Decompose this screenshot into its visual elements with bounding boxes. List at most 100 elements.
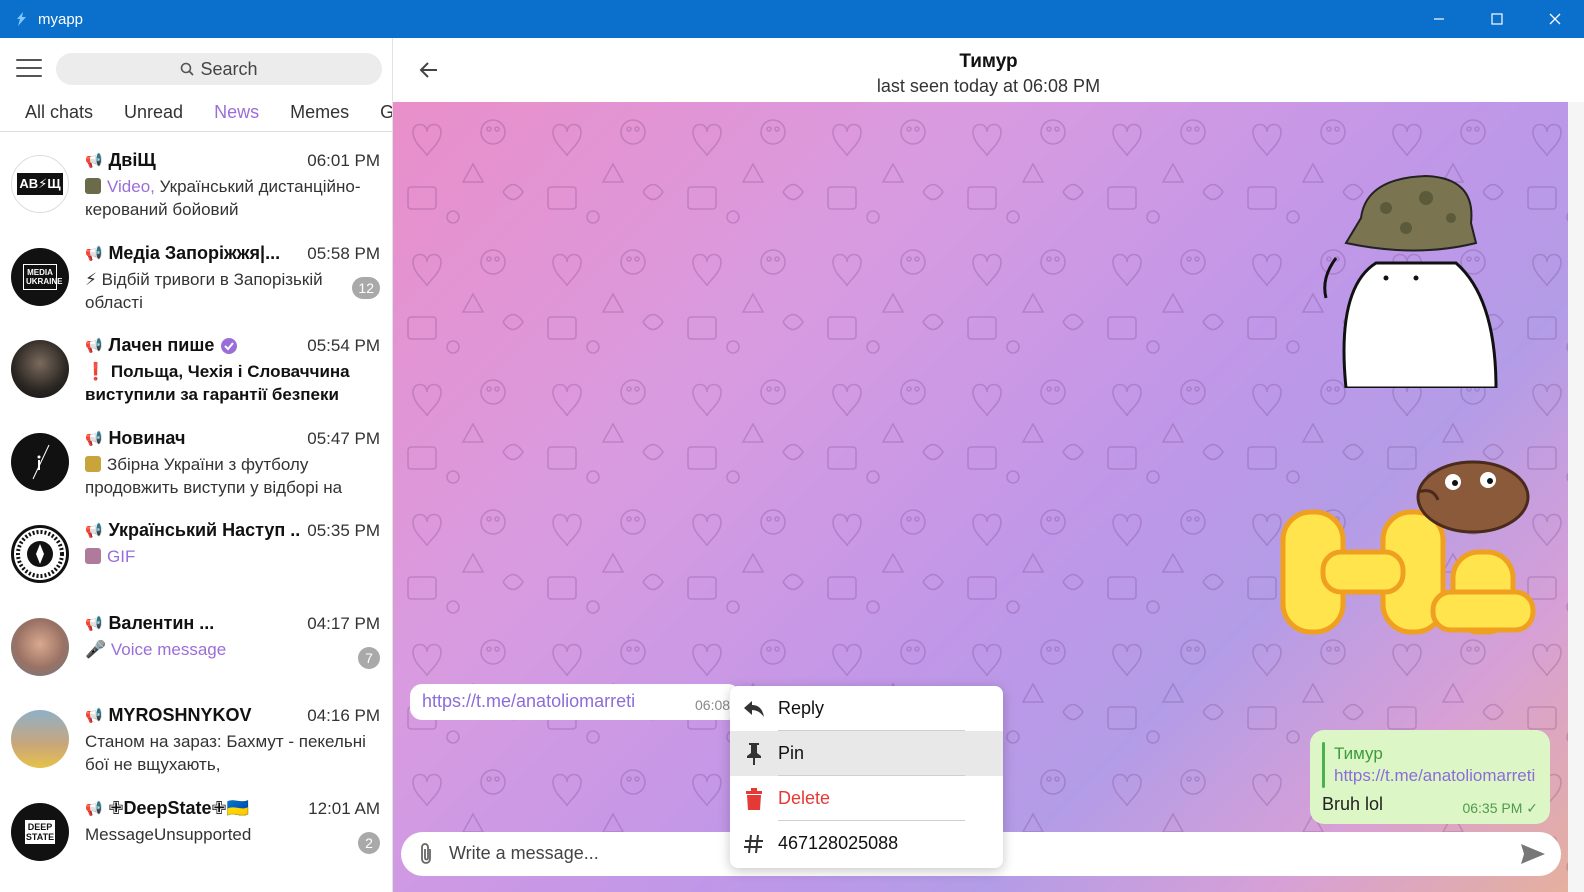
send-icon[interactable] xyxy=(1519,842,1547,866)
search-placeholder: Search xyxy=(200,58,258,79)
avatar-label: DEEP STATE xyxy=(25,819,55,844)
chat-time: 04:17 PM xyxy=(307,613,380,633)
chat-item-valentyn[interactable]: 📢 Валентин ... 04:17 PM 🎤 Voice message 7 xyxy=(0,595,392,688)
chat-title: 📢 Валентин ... xyxy=(85,613,300,634)
chat-name: Медіа Запоріжжя|... xyxy=(108,242,281,263)
chat-time: 05:47 PM xyxy=(307,428,380,448)
hi-frog-sticker[interactable] xyxy=(1273,442,1543,642)
maximize-button[interactable] xyxy=(1468,0,1526,38)
chat-title: 📢 Медіа Запоріжжя|... xyxy=(85,243,300,264)
chat-name: Лачен пише xyxy=(108,335,215,355)
preview-text: Збірна України з футболу продовжить вист… xyxy=(85,454,343,497)
menu-item-label: 467128025088 xyxy=(778,833,899,853)
incoming-message[interactable]: https://t.me/anatoliomarreti 06:08 xyxy=(410,684,740,720)
avatar xyxy=(11,710,69,768)
chat-item-novynach[interactable]: 📢 Новинач 05:47 PM Збірна України з футбо… xyxy=(0,410,392,503)
channel-icon: 📢 xyxy=(85,614,103,631)
avatar-label: AB⚡Щ xyxy=(17,173,63,195)
minimize-button[interactable] xyxy=(1410,0,1468,38)
character-sticker[interactable] xyxy=(1306,168,1506,388)
menu-item-label: Pin xyxy=(778,743,805,763)
menu-item-message-id[interactable]: 467128025088 xyxy=(730,821,1003,866)
chat-list-sidebar: Search All chats Unread News Memes G AB⚡… xyxy=(0,38,393,892)
chat-item-ukrainian-offensive[interactable]: 📢 Український Наступ ... 05:35 PM GIF xyxy=(0,502,392,595)
chat-preview: ⚡ Відбій тривоги в Запорізькій області xyxy=(85,269,323,312)
video-thumbnail xyxy=(85,178,101,194)
avatar xyxy=(11,340,69,398)
channel-icon: 📢 xyxy=(85,152,103,168)
unread-badge: 12 xyxy=(352,276,380,299)
chat-preview: MessageUnsupported xyxy=(85,824,252,844)
menu-item-pin[interactable]: Pin xyxy=(730,731,1003,776)
chat-item-dvishch[interactable]: AB⚡Щ 📢 ДвіЩ 06:01 PM Video, Український д… xyxy=(0,132,392,225)
microphone-icon: 🎤 xyxy=(85,639,111,659)
title-bar: myapp xyxy=(0,0,1584,38)
avatar: MEDIA UKRAINE xyxy=(11,247,69,306)
chat-title: 📢 Новинач xyxy=(85,428,300,449)
reply-text[interactable]: https://t.me/anatoliomarreti xyxy=(1334,766,1544,786)
outgoing-message[interactable]: Тимур https://t.me/anatoliomarreti Bruh … xyxy=(1310,730,1550,824)
hash-icon xyxy=(744,834,763,853)
paperclip-icon[interactable] xyxy=(415,842,437,866)
chat-name: Новинач xyxy=(108,427,186,448)
verified-icon xyxy=(221,337,238,354)
chat-title[interactable]: Тимур xyxy=(393,51,1584,73)
chat-item-lachen[interactable]: 📢 Лачен пише 05:54 PM ❗ Польща, Чехія і С… xyxy=(0,317,392,410)
chat-name: Валентин ... xyxy=(108,612,215,633)
chat-item-media-zaporizhzhia[interactable]: MEDIA UKRAINE 📢 Медіа Запоріжжя|... 05:58… xyxy=(0,225,392,318)
search-input[interactable]: Search xyxy=(56,53,382,85)
chat-item-deepstate[interactable]: DEEP STATE 📢 ✙DeepState✙🇺🇦 12:01 AM Messa… xyxy=(0,780,392,873)
chat-preview: GIF xyxy=(85,545,375,568)
tab-more[interactable]: G xyxy=(380,102,392,123)
chat-preview: Станом на зараз: Бахмут - пекельні бої н… xyxy=(85,732,366,774)
chat-header: Тимур last seen today at 06:08 PM xyxy=(393,38,1584,102)
chat-name: MYROSHNYKOV xyxy=(108,705,252,725)
message-link[interactable]: https://t.me/anatoliomarreti xyxy=(422,691,635,712)
pin-icon xyxy=(747,742,761,765)
tab-all-chats[interactable]: All chats xyxy=(25,102,93,123)
menu-item-delete[interactable]: Delete xyxy=(730,776,1003,821)
chat-time: 04:16 PM xyxy=(307,706,380,725)
channel-icon: 📢 xyxy=(85,522,103,538)
chat-preview: 🎤 Voice message xyxy=(85,638,375,661)
message-input[interactable]: Write a message... xyxy=(449,843,599,864)
chat-title: 📢 ДвіЩ xyxy=(85,150,300,171)
channel-icon: 📢 xyxy=(85,429,103,446)
channel-icon: 📢 xyxy=(85,244,103,261)
preview-media-type: GIF xyxy=(107,547,136,566)
chat-name: ДвіЩ xyxy=(108,150,156,170)
close-button[interactable] xyxy=(1526,0,1584,38)
emblem-icon xyxy=(16,530,64,578)
channel-icon: 📢 xyxy=(85,799,103,816)
tab-unread[interactable]: Unread xyxy=(124,102,183,123)
scrollbar[interactable] xyxy=(1568,102,1584,892)
chat-title: 📢 Український Наступ ... xyxy=(85,520,300,541)
tab-memes[interactable]: Memes xyxy=(290,102,349,123)
chat-time: 05:54 PM xyxy=(307,336,380,355)
avatar: DEEP STATE xyxy=(11,802,69,861)
menu-item-label: Reply xyxy=(778,698,825,718)
reply-bar xyxy=(1322,742,1325,788)
message-text: Bruh lol xyxy=(1322,794,1384,814)
app-logo-icon xyxy=(17,12,26,26)
chat-time: 12:01 AM xyxy=(308,798,380,818)
avatar: AB⚡Щ xyxy=(11,155,69,213)
last-seen-status: last seen today at 06:08 PM xyxy=(876,76,1101,96)
chat-time: 05:35 PM xyxy=(307,521,380,540)
chat-item-myroshnykov[interactable]: 📢 MYROSHNYKOV 04:16 PM Станом на зараз: Б… xyxy=(0,687,392,780)
avatar-label: MEDIA UKRAINE xyxy=(23,263,62,290)
preview-media-type: Video, xyxy=(107,177,155,196)
search-icon xyxy=(181,62,195,76)
reply-icon xyxy=(744,700,764,717)
menu-icon[interactable] xyxy=(16,59,42,79)
menu-item-reply[interactable]: Reply xyxy=(730,686,1003,731)
avatar xyxy=(11,617,69,676)
chat-name: Український Наступ ... xyxy=(108,520,300,540)
avatar xyxy=(11,525,69,583)
chat-preview: Video, Український дистанційно-керований… xyxy=(85,175,375,221)
tab-news[interactable]: News xyxy=(214,102,259,123)
chat-name: ✙DeepState✙🇺🇦 xyxy=(108,797,250,818)
message-time: 06:35 PM ✓ xyxy=(1462,800,1538,816)
folder-tabs: All chats Unread News Memes G xyxy=(0,94,392,132)
chat-title: 📢 MYROSHNYKOV xyxy=(85,705,300,726)
